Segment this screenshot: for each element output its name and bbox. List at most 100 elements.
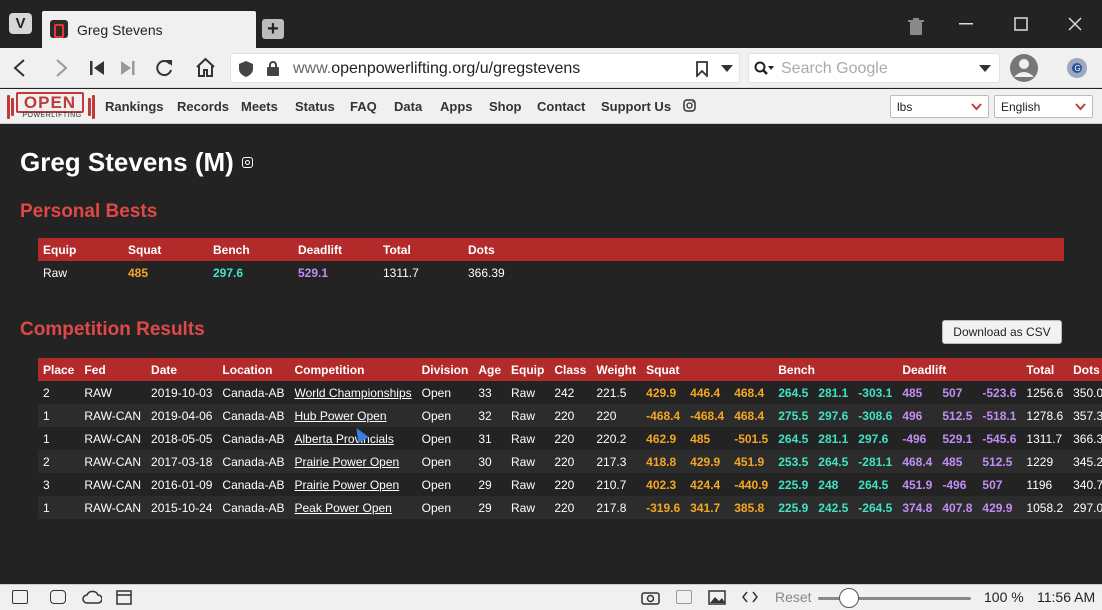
results-date: 2018-05-05 [146,427,218,450]
close-icon[interactable] [1068,17,1082,31]
nav-meets[interactable]: Meets [241,99,278,114]
results-squat-attempt-3: 468.4 [729,381,774,404]
nav-faq[interactable]: FAQ [350,99,377,114]
nav-support-us[interactable]: Support Us [601,99,671,114]
profile-avatar-icon[interactable] [1009,53,1039,83]
panel-toggle-icon[interactable] [12,590,28,604]
vivaldi-menu-button[interactable]: V [9,13,32,34]
fast-forward-icon[interactable] [121,60,135,76]
results-location: Canada-AB [217,427,290,450]
nav-data[interactable]: Data [394,99,422,114]
pb-header-bench: Bench [208,238,293,261]
nav-contact[interactable]: Contact [537,99,585,114]
results-age: 33 [473,381,506,404]
results-weight: 221.5 [591,381,642,404]
results-dots: 357.31 [1068,404,1102,427]
rewind-icon[interactable] [90,60,104,76]
results-deadlift-attempt-3: 512.5 [977,450,1022,473]
results-weight: 217.3 [591,450,642,473]
search-field[interactable]: Search Google [748,53,1000,83]
results-dots: 366.39 [1068,427,1102,450]
zoom-reset-button[interactable]: Reset [775,589,812,605]
results-total: 1229 [1021,450,1069,473]
competition-link[interactable]: Prairie Power Open [294,455,399,469]
results-fed: RAW-CAN [79,473,147,496]
results-competition-link[interactable]: Peak Power Open [289,496,417,519]
results-equip: Raw [506,427,550,450]
camera-icon[interactable] [641,590,660,605]
extension-icon[interactable]: G [1065,56,1089,80]
code-icon[interactable] [742,591,758,603]
results-fed: RAW-CAN [79,496,147,519]
results-place: 1 [38,496,80,519]
results-deadlift-attempt-2: 407.8 [937,496,978,519]
results-squat-attempt-2: 424.4 [685,473,730,496]
results-weight: 210.7 [591,473,642,496]
lock-icon[interactable] [267,61,279,76]
results-competition-link[interactable]: Prairie Power Open [289,450,417,473]
pb-total: 1311.7 [383,265,419,280]
nav-records[interactable]: Records [177,99,229,114]
results-squat-attempt-1: 429.9 [641,381,686,404]
trash-icon[interactable] [908,18,924,36]
competition-link[interactable]: Prairie Power Open [294,478,399,492]
nav-apps[interactable]: Apps [440,99,473,114]
chevron-down-icon[interactable] [979,65,991,73]
nav-status[interactable]: Status [295,99,335,114]
res-header-total: Total [1021,358,1069,381]
results-competition-link[interactable]: Prairie Power Open [289,473,417,496]
results-competition-link[interactable]: World Championships [289,381,417,404]
competition-results-heading: Competition Results [20,319,205,340]
results-deadlift-attempt-2: 507 [937,381,978,404]
nav-rankings[interactable]: Rankings [105,99,164,114]
competition-link[interactable]: World Championships [294,386,411,400]
forward-icon[interactable] [53,59,69,77]
calendar-icon[interactable] [116,589,132,605]
instagram-icon[interactable] [683,99,696,112]
results-bench-attempt-2: 297.6 [813,404,854,427]
openpowerlifting-logo[interactable]: OPEN POWERLIFTING [7,92,95,122]
minimize-icon[interactable] [959,23,973,25]
results-fed: RAW-CAN [79,404,147,427]
competition-link[interactable]: Alberta Provincials [294,432,393,446]
results-age: 29 [473,496,506,519]
competition-link[interactable]: Peak Power Open [294,501,391,515]
bookmark-icon[interactable] [696,61,708,77]
results-competition-link[interactable]: Hub Power Open [289,404,417,427]
pb-deadlift: 529.1 [298,265,329,280]
table-row: 2 RAW-CAN 2017-03-18 Canada-AB Prairie Power… [38,450,1102,473]
pb-header-squat: Squat [123,238,208,261]
new-tab-button[interactable]: + [262,19,284,39]
units-select[interactable]: lbs [890,95,989,118]
results-fed: RAW-CAN [79,427,147,450]
active-tab[interactable]: Greg Stevens [42,11,256,48]
results-location: Canada-AB [217,473,290,496]
results-weight: 217.8 [591,496,642,519]
pb-row: Raw 485 297.6 529.1 1311.7 366.39 [38,261,1064,284]
results-date: 2017-03-18 [146,450,218,473]
language-select[interactable]: English [994,95,1093,118]
reload-icon[interactable] [154,58,174,78]
results-age: 30 [473,450,506,473]
image-icon[interactable] [708,590,726,605]
shield-icon[interactable] [239,61,253,77]
search-icon[interactable] [754,61,774,77]
competition-link[interactable]: Hub Power Open [294,409,386,423]
download-csv-button[interactable]: Download as CSV [942,320,1062,344]
results-equip: Raw [506,381,550,404]
url-field[interactable]: www.openpowerlifting.org/u/gregstevens [230,53,740,83]
results-bench-attempt-1: 264.5 [773,427,814,450]
logo-text: OPEN [16,92,84,113]
results-age: 31 [473,427,506,450]
home-icon[interactable] [195,57,216,78]
nav-shop[interactable]: Shop [489,99,522,114]
cloud-icon[interactable] [82,590,102,604]
tab-tiling-icon[interactable] [50,590,66,604]
maximize-icon[interactable] [1014,17,1028,31]
results-deadlift-attempt-1: 451.9 [897,473,938,496]
zoom-slider-handle[interactable] [839,588,859,608]
chevron-down-icon[interactable] [721,65,733,73]
instagram-icon[interactable] [242,157,253,168]
back-icon[interactable] [12,59,28,77]
window-icon[interactable] [676,590,692,604]
